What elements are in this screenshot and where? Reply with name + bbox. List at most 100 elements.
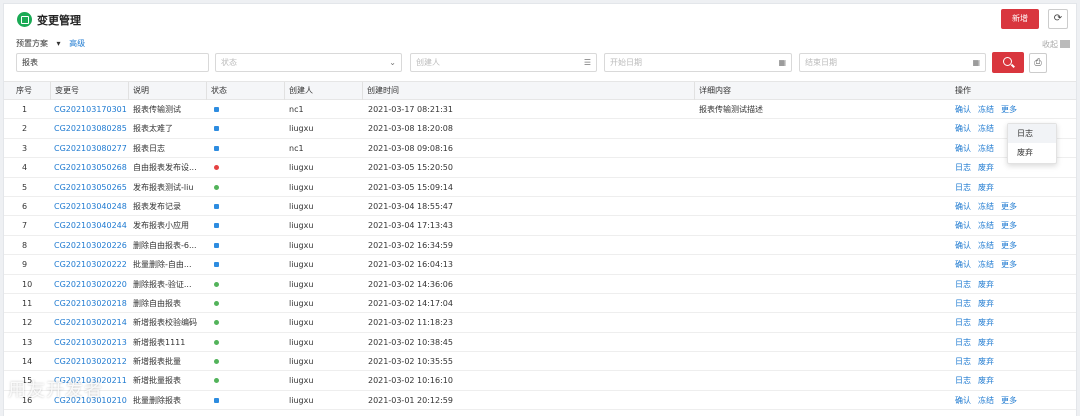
creator-select[interactable]: 创建人 ☰ — [410, 53, 597, 72]
row-action-link[interactable]: 冻结 — [978, 221, 994, 230]
row-actions: 确认 冻结 更多 — [955, 391, 1024, 410]
change-code-link[interactable]: CG202103040244 — [54, 216, 127, 235]
row-action-link[interactable]: 废弃 — [978, 163, 994, 172]
row-action-link[interactable]: 确认 — [955, 396, 971, 405]
refresh-button[interactable]: ⟳ — [1048, 9, 1068, 29]
row-action-link[interactable]: 确认 — [955, 241, 971, 250]
row-action-link[interactable]: 冻结 — [978, 396, 994, 405]
col-detail: 详细内容 — [694, 82, 731, 100]
row-action-link[interactable]: 日志 — [955, 163, 971, 172]
row-action-link[interactable]: 日志 — [955, 376, 971, 385]
row-creator: liugxu — [289, 124, 314, 134]
advanced-link[interactable]: 高级 — [69, 39, 85, 48]
row-action-link[interactable]: 日志 — [955, 183, 971, 192]
row-action-link[interactable]: 废弃 — [978, 183, 994, 192]
row-creator: liugxu — [289, 163, 314, 173]
row-action-link[interactable]: 冻结 — [978, 260, 994, 269]
table-row[interactable]: 5 CG202103050265 发布报表测试-liu liugxu 2021-03-0… — [4, 178, 1076, 197]
row-action-link[interactable]: 废弃 — [978, 318, 994, 327]
row-action-link[interactable]: 日志 — [955, 299, 971, 308]
collapse-toggle[interactable]: 收起 — [1042, 39, 1070, 50]
table-row[interactable]: 9 CG202103020222 批量删除-自由... liugxu 2021-03-0… — [4, 255, 1076, 275]
row-action-link[interactable]: 日志 — [955, 280, 971, 289]
row-action-link[interactable]: 日志 — [955, 318, 971, 327]
table-row[interactable]: 13 CG202103020213 新增报表1111 liugxu 2021-03-02… — [4, 333, 1076, 353]
row-action-link[interactable]: 废弃 — [978, 280, 994, 289]
table-row[interactable]: 8 CG202103020226 删除自由报表-6... liugxu 2021-03-… — [4, 236, 1076, 256]
row-action-link[interactable]: 确认 — [955, 124, 971, 133]
start-date-input[interactable]: 开始日期 ▦ — [604, 53, 792, 72]
table-row[interactable]: 6 CG202103040248 报表发布记录 liugxu 2021-03-04 18… — [4, 197, 1076, 217]
change-code-link[interactable]: CG202103020218 — [54, 294, 127, 313]
row-action-link[interactable]: 更多 — [1001, 260, 1017, 269]
row-desc: 报表太难了 — [133, 124, 173, 134]
status-select[interactable]: 状态 ⌄ — [215, 53, 402, 72]
menu-item-log[interactable]: 日志 — [1008, 124, 1056, 143]
keyword-input[interactable]: 报表 — [16, 53, 209, 72]
change-code-link[interactable]: CG202103080277 — [54, 139, 127, 158]
row-actions: 确认 冻结 — [955, 119, 1001, 138]
table-row[interactable]: 16 CG202103010210 批量删除报表 liugxu 2021-03-01 2… — [4, 391, 1076, 411]
change-code-link[interactable]: CG202103020214 — [54, 313, 127, 332]
row-action-link[interactable]: 确认 — [955, 221, 971, 230]
table-row[interactable]: 14 CG202103020212 新增报表批量 liugxu 2021-03-02 1… — [4, 352, 1076, 372]
end-date-input[interactable]: 结束日期 ▦ — [799, 53, 986, 72]
table-row[interactable]: 10 CG202103020220 删除报表-验证... liugxu 2021-03-… — [4, 275, 1076, 294]
table-row[interactable]: 7 CG202103040244 发布报表小应用 liugxu 2021-03-04 1… — [4, 216, 1076, 236]
row-action-link[interactable]: 冻结 — [978, 241, 994, 250]
table-row[interactable]: 2 CG202103080285 报表太难了 liugxu 2021-03-08 18:… — [4, 119, 1076, 139]
new-button[interactable]: 新增 — [1001, 9, 1039, 29]
row-action-link[interactable]: 更多 — [1001, 221, 1017, 230]
change-code-link[interactable]: CG202103020212 — [54, 352, 127, 371]
change-code-link[interactable]: CG202103020226 — [54, 236, 127, 255]
change-code-link[interactable]: CG202103080285 — [54, 119, 127, 138]
row-action-link[interactable]: 更多 — [1001, 105, 1017, 114]
col-desc: 说明 — [128, 82, 149, 100]
row-action-link[interactable]: 废弃 — [978, 299, 994, 308]
row-number: 2 — [22, 124, 28, 134]
row-desc: 删除自由报表 — [133, 298, 181, 308]
table-row[interactable]: 3 CG202103080277 报表日志 nc1 2021-03-08 09:08:1… — [4, 139, 1076, 159]
search-button[interactable] — [992, 52, 1024, 73]
print-button[interactable]: ⎙ — [1029, 53, 1047, 73]
row-action-link[interactable]: 确认 — [955, 144, 971, 153]
row-action-link[interactable]: 日志 — [955, 338, 971, 347]
row-action-link[interactable]: 日志 — [955, 357, 971, 366]
change-code-link[interactable]: CG202103170301 — [54, 100, 127, 119]
row-action-link[interactable]: 冻结 — [978, 105, 994, 114]
row-action-link[interactable]: 废弃 — [978, 376, 994, 385]
table-row[interactable]: 11 CG202103020218 删除自由报表 liugxu 2021-03-02 1… — [4, 294, 1076, 314]
row-number: 6 — [22, 201, 28, 211]
row-action-link[interactable]: 确认 — [955, 202, 971, 211]
row-action-link[interactable]: 冻结 — [978, 202, 994, 211]
change-code-link[interactable]: CG202103020213 — [54, 333, 127, 352]
change-code-link[interactable]: CG202103020222 — [54, 255, 127, 274]
row-action-link[interactable]: 更多 — [1001, 396, 1017, 405]
change-code-link[interactable]: CG202103040248 — [54, 197, 127, 216]
page-header: 变更管理 新增 ⟳ — [4, 4, 1076, 34]
change-code-link[interactable]: CG202103050265 — [54, 178, 127, 197]
preset-plan-dropdown[interactable]: 预置方案 ▾ — [16, 39, 61, 48]
status-icon — [214, 339, 219, 345]
table-row[interactable]: 12 CG202103020214 新增报表校验编码 liugxu 2021-03-02… — [4, 313, 1076, 333]
row-action-link[interactable]: 更多 — [1001, 241, 1017, 250]
row-actions: 确认 冻结 更多 — [955, 100, 1024, 119]
row-action-link[interactable]: 冻结 — [978, 124, 994, 133]
table-row[interactable]: 4 CG202103050268 自由报表发布设... liugxu 2021-03-0… — [4, 158, 1076, 178]
row-action-link[interactable]: 废弃 — [978, 357, 994, 366]
menu-item-discard[interactable]: 废弃 — [1008, 143, 1056, 162]
row-action-link[interactable]: 确认 — [955, 260, 971, 269]
row-action-link[interactable]: 更多 — [1001, 202, 1017, 211]
row-action-link[interactable]: 废弃 — [978, 338, 994, 347]
change-code-link[interactable]: CG202103050268 — [54, 158, 127, 177]
row-action-link[interactable]: 冻结 — [978, 144, 994, 153]
page-title: 变更管理 — [37, 14, 81, 27]
table-row[interactable]: 15 CG202103020211 新增批量报表 liugxu 2021-03-02 1… — [4, 371, 1076, 391]
row-actions: 日志 废弃 — [955, 158, 1001, 177]
status-icon — [214, 107, 219, 112]
table-row[interactable]: 1 CG202103170301 报表传输测试 nc1 2021-03-17 08:21… — [4, 100, 1076, 120]
col-code: 变更号 — [50, 82, 79, 100]
row-time: 2021-03-05 15:20:50 — [368, 163, 453, 173]
change-code-link[interactable]: CG202103020220 — [54, 275, 127, 294]
row-action-link[interactable]: 确认 — [955, 105, 971, 114]
